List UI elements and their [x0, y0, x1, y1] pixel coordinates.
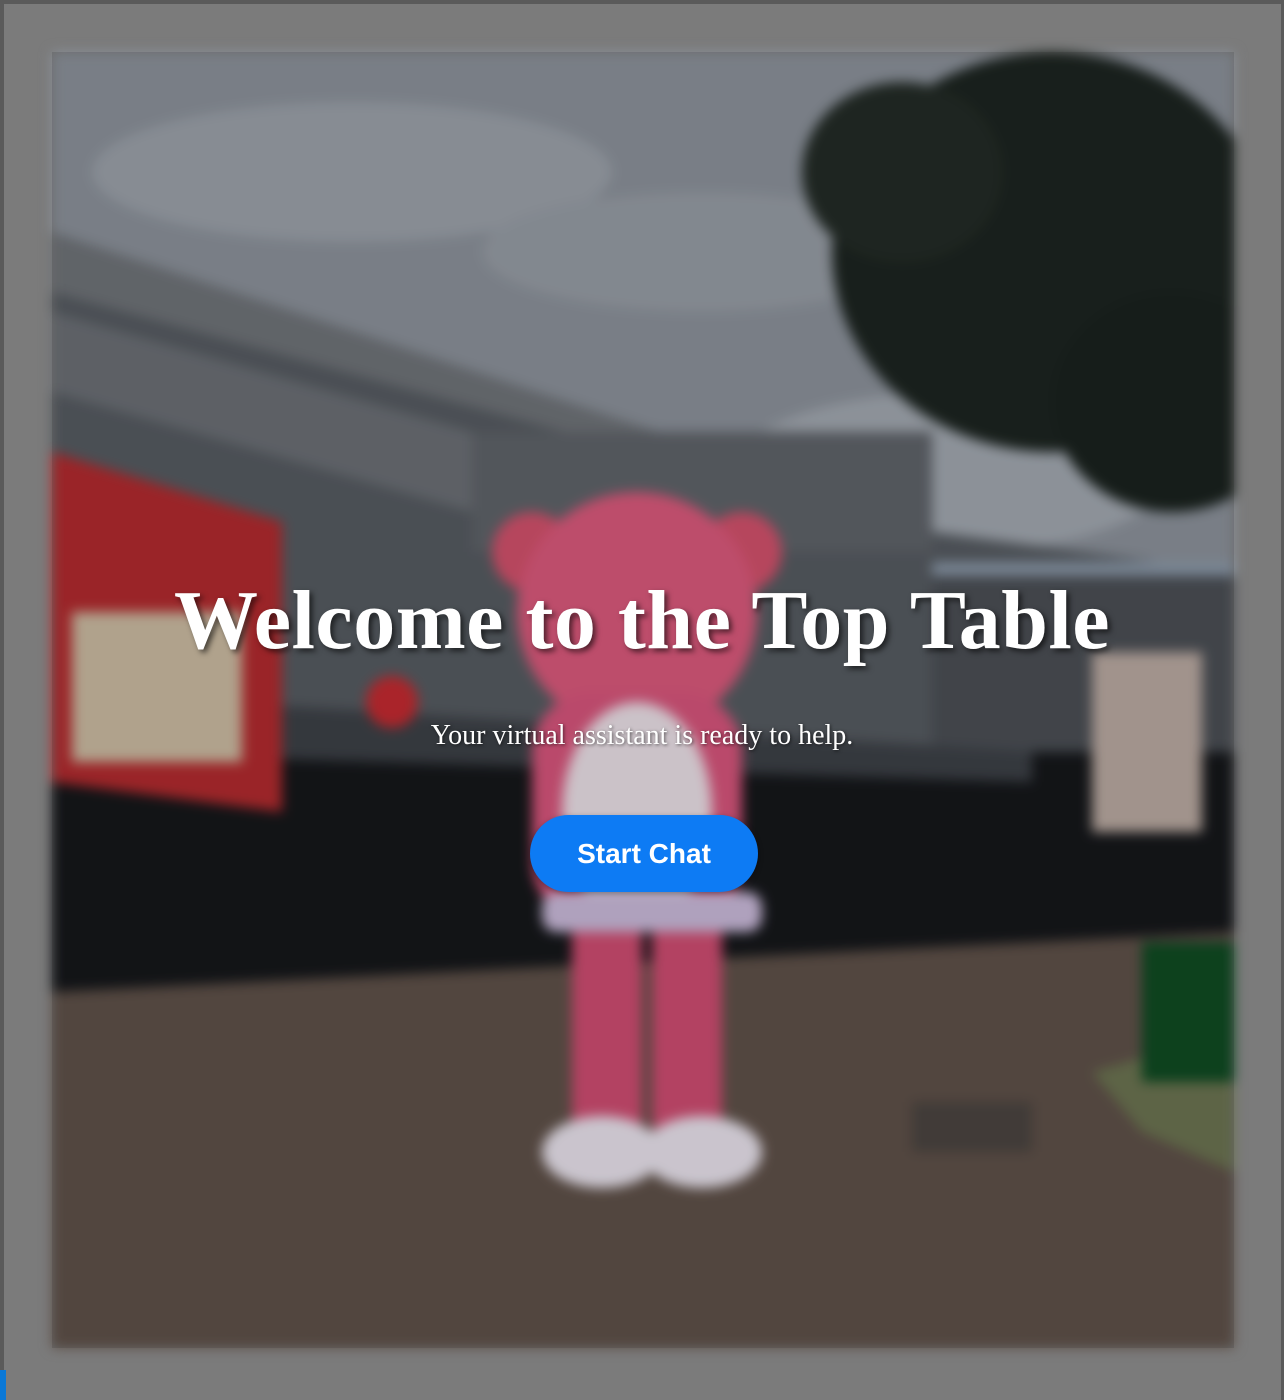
page-subtitle: Your virtual assistant is ready to help. [430, 720, 854, 751]
background-dim-overlay [52, 52, 1234, 1348]
taskbar-edge [0, 1370, 6, 1400]
page-title: Welcome to the Top Table [173, 574, 1111, 667]
start-chat-button[interactable]: Start Chat [530, 815, 758, 892]
